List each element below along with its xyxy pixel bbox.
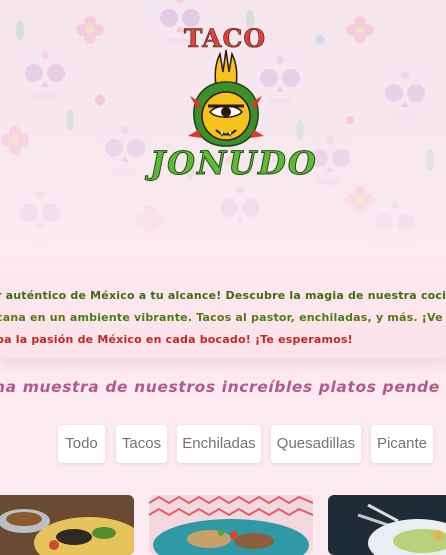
- sun-face-logo-icon: [188, 49, 264, 147]
- filter-button-todo[interactable]: Todo: [58, 425, 105, 463]
- dish-card-image[interactable]: [328, 495, 446, 555]
- taco-jonudo-logo[interactable]: TACO JONUDO: [150, 24, 318, 194]
- dish-card-image[interactable]: [149, 495, 313, 555]
- menu-heading: na muestra de nuestros increíbles platos…: [0, 378, 440, 396]
- about-section: r auténtico de México a tu alcance! Desc…: [0, 262, 446, 358]
- about-text-line-1: r auténtico de México a tu alcance! Desc…: [0, 289, 446, 302]
- hero-banner: TACO JONUDO: [0, 0, 446, 248]
- dish-card-image[interactable]: [0, 495, 134, 555]
- about-text-line-3: pa la pasión de México en cada bocado! ¡…: [0, 333, 353, 346]
- about-text-line-2: cana en un ambiente vibrante. Tacos al p…: [0, 311, 443, 324]
- filter-button-enchiladas[interactable]: Enchiladas: [177, 425, 261, 463]
- filter-button-tacos[interactable]: Tacos: [116, 425, 167, 463]
- filter-button-picante[interactable]: Picante: [371, 425, 433, 463]
- filter-button-quesadillas[interactable]: Quesadillas: [271, 425, 361, 463]
- logo-text-bottom: JONUDO: [150, 144, 318, 183]
